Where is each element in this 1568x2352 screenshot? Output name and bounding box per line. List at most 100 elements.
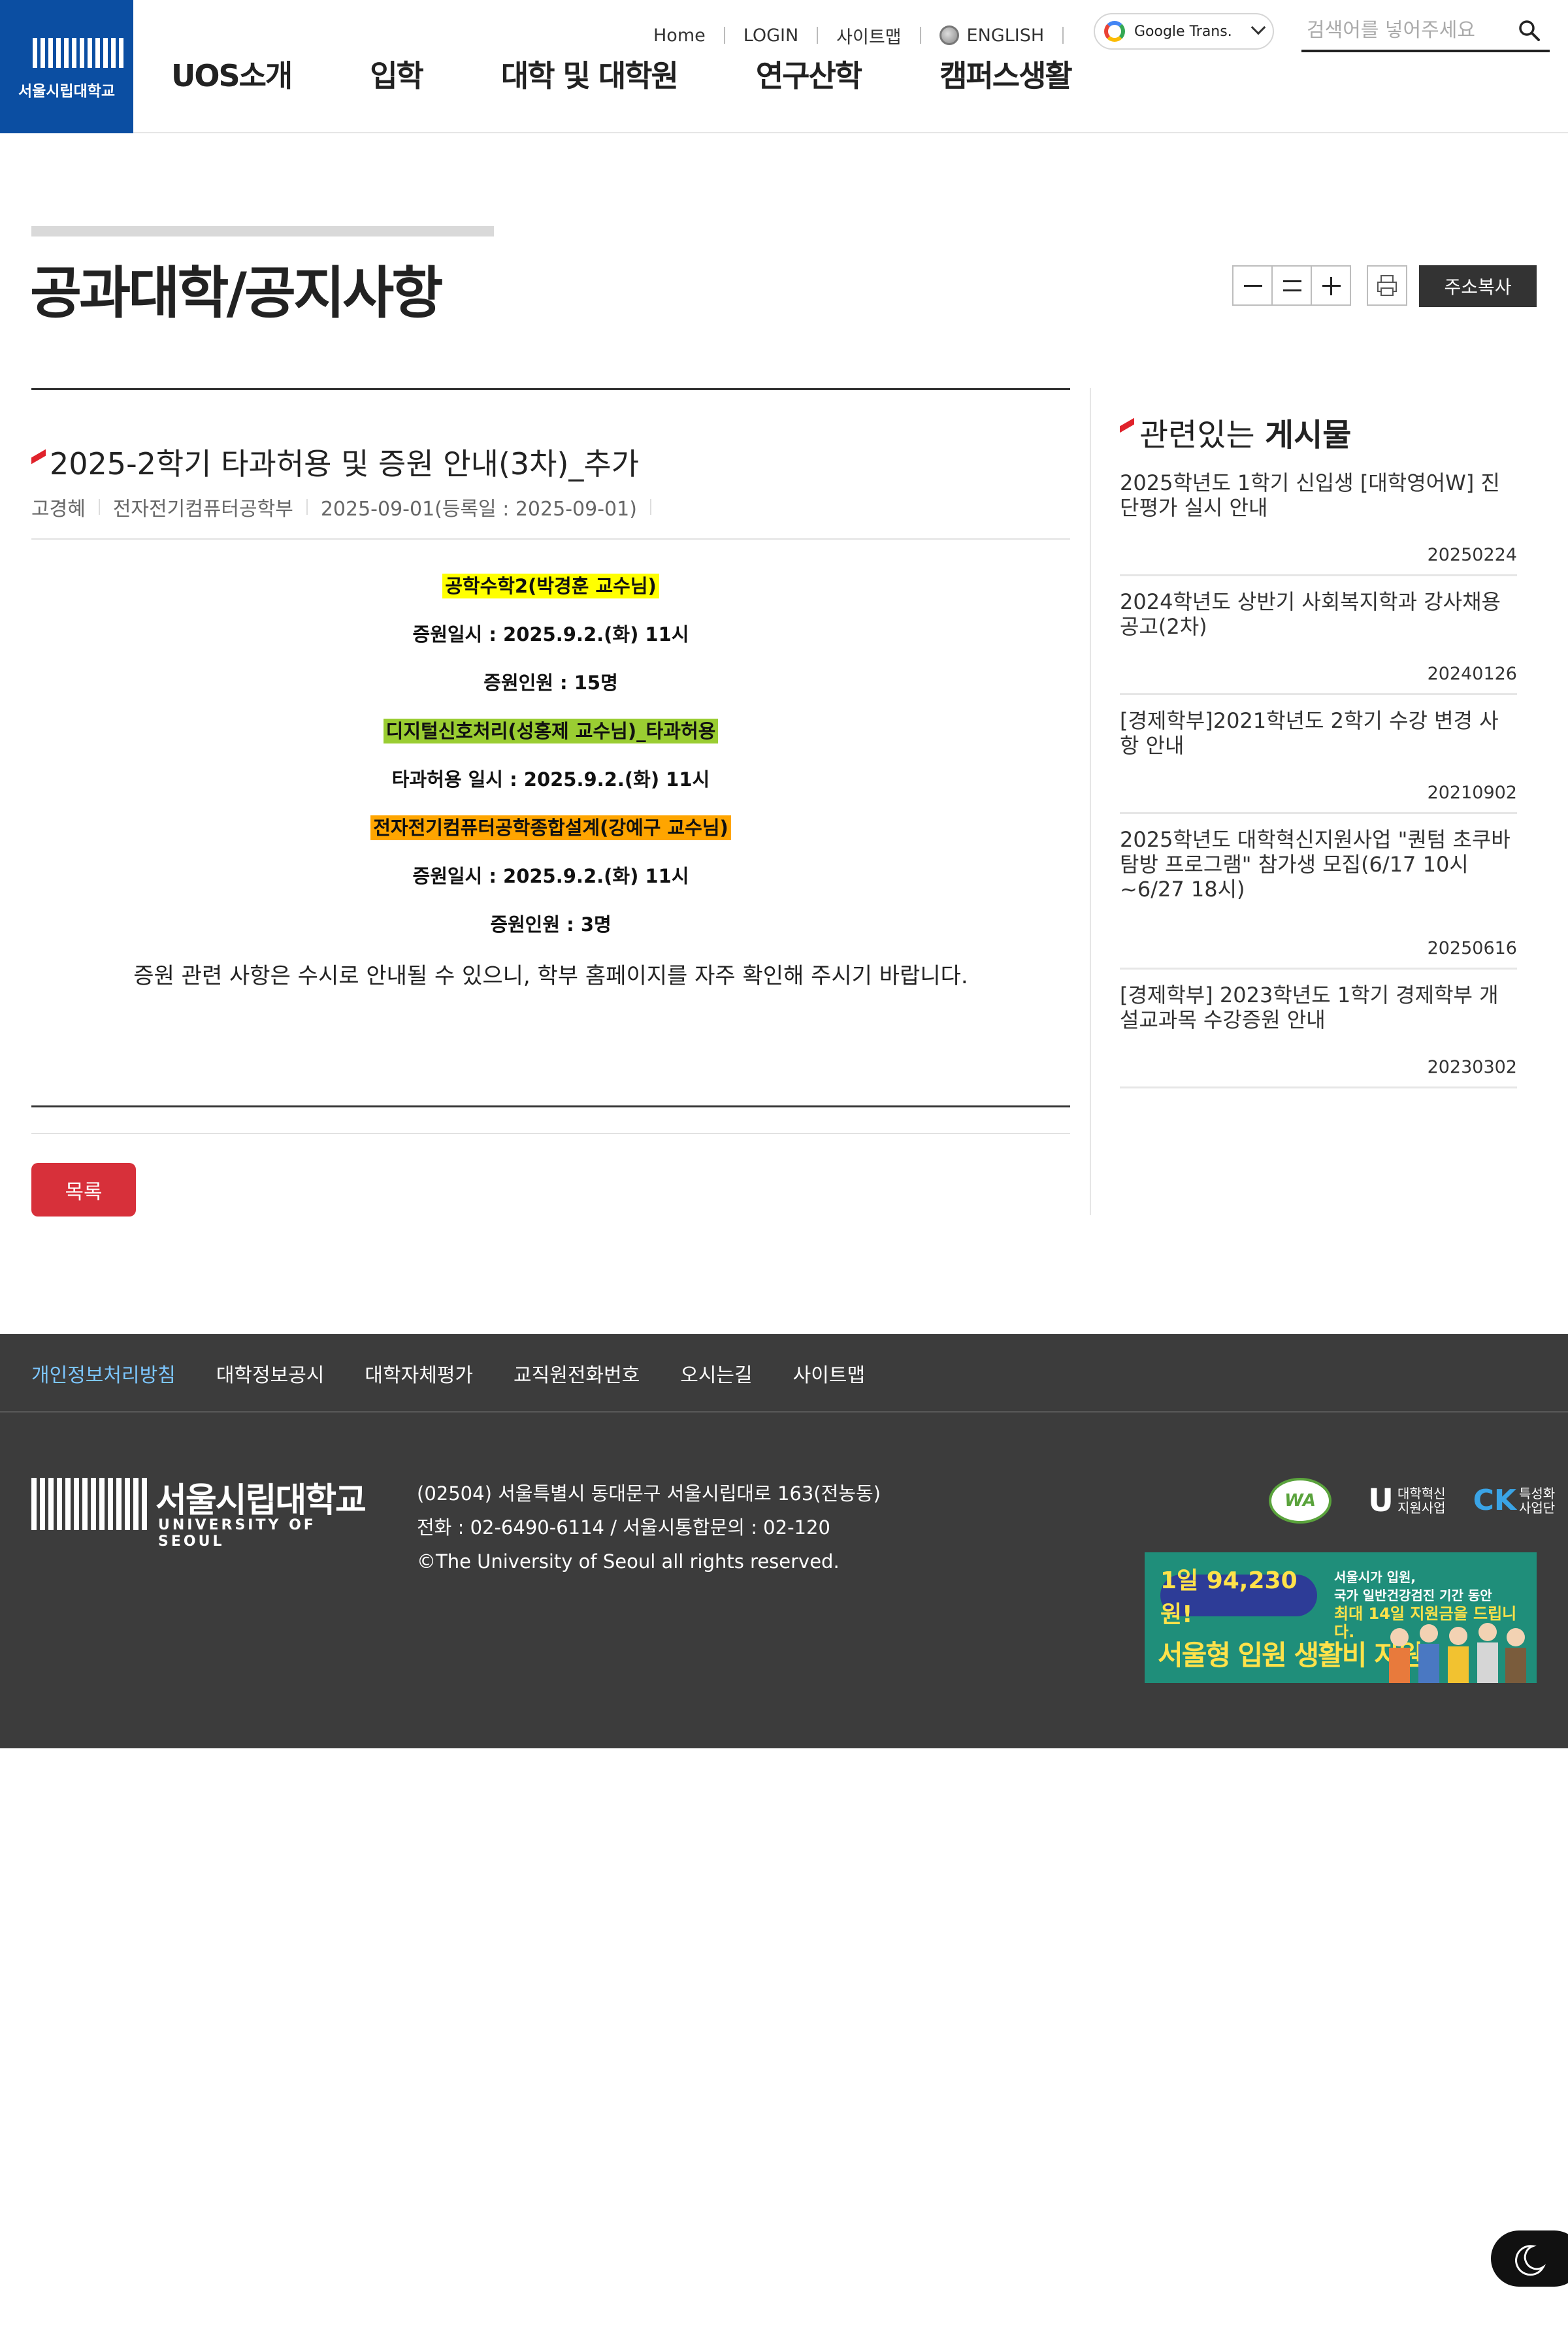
font-size-controls <box>1232 265 1351 306</box>
page-title: 공과대학/공지사항 <box>30 261 443 326</box>
footer-logo: 서울시립대학교 UNIVERSITY OF SEOUL <box>31 1478 371 1550</box>
highlighted-course: 디지털신호처리(성홍제 교수님)_타과허용 <box>383 719 719 743</box>
related-post-date: 20250224 <box>1427 545 1517 565</box>
related-post-item[interactable]: 2025학년도 1학기 신입생 [대학영어W] 진단평가 실시 안내 202502… <box>1120 470 1517 576</box>
divider <box>1062 27 1064 44</box>
content-text: 증원일시 : 2025.9.2.(화) 11시 <box>412 865 689 887</box>
divider <box>817 27 819 44</box>
content-text: 증원인원 : 3명 <box>490 913 612 936</box>
main-navigation: UOS소개 입학 대학 및 대학원 연구산학 캠퍼스생활 <box>171 52 1150 95</box>
post-title-wrap: 2025-2학기 타과허용 및 증원 안내(3차)_추가 <box>31 440 639 483</box>
google-icon <box>1104 21 1125 42</box>
post-date: 2025-09-01(등록일 : 2025-09-01) <box>320 498 637 521</box>
site-footer: 개인정보처리방침 대학정보공시 대학자체평가 교직원전화번호 오시는길 사이트맵… <box>0 1334 1568 1748</box>
print-button[interactable] <box>1367 265 1407 306</box>
footer-copyright: ©The University of Seoul all rights rese… <box>417 1550 840 1573</box>
footer-phone: 전화 : 02-6490-6114 / 서울시통합문의 : 02-120 <box>417 1516 830 1539</box>
footer-link-self-evaluation[interactable]: 대학자체평가 <box>365 1359 473 1388</box>
related-post-date: 20240126 <box>1427 664 1517 684</box>
moon-icon <box>1515 2245 1546 2276</box>
google-translate-select[interactable]: Google Trans. <box>1094 13 1274 50</box>
search-input[interactable] <box>1307 16 1503 44</box>
content-line: 타과허용 일시 : 2025.9.2.(화) 11시 <box>31 764 1070 792</box>
logo-bars-icon <box>33 38 123 68</box>
footer-link-staff-phone[interactable]: 교직원전화번호 <box>514 1359 640 1388</box>
post-meta: 고경혜 전자전기컴퓨터공학부 2025-09-01(등록일 : 2025-09-… <box>31 493 664 521</box>
people-illustration-icon <box>1389 1623 1526 1683</box>
copy-url-button[interactable]: 주소복사 <box>1419 265 1537 307</box>
banner-amount: 1일 94,230원! <box>1160 1567 1317 1628</box>
article: 2025-2학기 타과허용 및 증원 안내(3차)_추가 고경혜 전자전기컴퓨터… <box>31 388 1070 1217</box>
related-post-item[interactable]: [경제학부] 2023학년도 1학기 경제학부 개설교과목 수강증원 안내 202… <box>1120 983 1517 1088</box>
dark-mode-toggle[interactable] <box>1491 2230 1568 2287</box>
highlighted-course: 공학수학2(박경훈 교수님) <box>442 574 659 598</box>
footer-address-block: (02504) 서울특별시 동대문구 서울시립대로 163(전농동) 전화 : … <box>417 1477 881 1578</box>
sidebar-divider <box>1090 388 1091 1215</box>
related-post-title: [경제학부] 2023학년도 1학기 경제학부 개설교과목 수강증원 안내 <box>1120 983 1499 1032</box>
title-accent-bar <box>31 226 494 237</box>
related-post-date: 20250616 <box>1427 938 1517 958</box>
logo-bars-icon <box>31 1478 147 1530</box>
highlighted-course: 전자전기컴퓨터공학종합설계(강예구 교수님) <box>370 815 731 840</box>
content-text: 증원인원 : 15명 <box>483 672 618 694</box>
footer-link-sitemap[interactable]: 사이트맵 <box>793 1359 865 1388</box>
divider <box>919 27 921 44</box>
university-logo[interactable]: 서울시립대학교 <box>0 0 133 133</box>
printer-icon <box>1377 275 1397 296</box>
related-post-item[interactable]: [경제학부]2021학년도 2학기 수강 변경 사항 안내 20210902 <box>1120 708 1517 814</box>
footer-link-privacy[interactable]: 개인정보처리방침 <box>31 1359 176 1388</box>
u-icon: U <box>1368 1482 1394 1519</box>
font-decrease-button[interactable] <box>1232 265 1273 306</box>
footer-link-disclosure[interactable]: 대학정보공시 <box>216 1359 325 1388</box>
related-posts-title: 관련있는 게시물 <box>1120 409 1351 455</box>
google-translate-label: Google Trans. <box>1134 23 1232 40</box>
divider <box>31 1105 1070 1107</box>
content-text: 증원일시 : 2025.9.2.(화) 11시 <box>412 623 689 645</box>
related-post-item[interactable]: 2025학년도 대학혁신지원사업 "퀀텀 초쿠바 탐방 프로그램" 참가생 모집… <box>1120 827 1517 970</box>
content-line: 증원일시 : 2025.9.2.(화) 11시 <box>31 861 1070 889</box>
related-post-title: 2024학년도 상반기 사회복지학과 강사채용 공고(2차) <box>1120 589 1501 639</box>
search-icon[interactable] <box>1517 18 1541 42</box>
gnb-item-about[interactable]: UOS소개 <box>171 52 293 95</box>
post-department: 전자전기컴퓨터공학부 <box>112 498 293 521</box>
wa-badge-icon[interactable]: WA <box>1269 1478 1331 1524</box>
divider <box>31 388 1070 390</box>
gnb-item-research[interactable]: 연구산학 <box>756 52 862 95</box>
content-text: 타과허용 일시 : 2025.9.2.(화) 11시 <box>391 768 710 791</box>
gnb-item-campus-life[interactable]: 캠퍼스생활 <box>939 52 1073 95</box>
divider <box>0 1411 1568 1413</box>
related-post-date: 20230302 <box>1427 1057 1517 1077</box>
divider <box>649 499 651 515</box>
gnb-item-colleges[interactable]: 대학 및 대학원 <box>501 52 679 95</box>
content-line: 공학수학2(박경훈 교수님) <box>31 571 1070 598</box>
divider <box>98 499 100 515</box>
ck-badge[interactable]: CK 특성화 사업단 <box>1473 1484 1556 1517</box>
related-post-item[interactable]: 2024학년도 상반기 사회복지학과 강사채용 공고(2차) 20240126 <box>1120 589 1517 695</box>
login-link[interactable]: LOGIN <box>743 25 798 46</box>
ck-icon: CK <box>1473 1484 1516 1517</box>
footer-link-directions[interactable]: 오시는길 <box>680 1359 752 1388</box>
seoul-hospital-allowance-banner[interactable]: 1일 94,230원! 서울시가 입원, 국가 일반건강검진 기간 동안 최대 … <box>1145 1552 1537 1683</box>
red-slash-icon <box>31 449 46 465</box>
site-header: 서울시립대학교 UOS소개 입학 대학 및 대학원 연구산학 캠퍼스생활 Hom… <box>0 0 1568 133</box>
english-link[interactable]: ENGLISH <box>967 25 1045 46</box>
innovation-support-badge[interactable]: U 대학혁신 지원사업 <box>1368 1482 1446 1519</box>
content-line: 증원인원 : 3명 <box>31 909 1070 937</box>
divider <box>31 1133 1070 1134</box>
list-button[interactable]: 목록 <box>31 1163 136 1217</box>
minus-icon <box>1244 285 1262 287</box>
gnb-item-admission[interactable]: 입학 <box>370 52 424 95</box>
related-post-title: [경제학부]2021학년도 2학기 수강 변경 사항 안내 <box>1120 708 1499 758</box>
logo-text: 서울시립대학교 <box>18 83 116 100</box>
content-line: 증원일시 : 2025.9.2.(화) 11시 <box>31 619 1070 647</box>
home-link[interactable]: Home <box>653 25 706 46</box>
chevron-down-icon <box>1250 20 1266 35</box>
content-line: 디지털신호처리(성홍제 교수님)_타과허용 <box>31 716 1070 743</box>
related-post-title: 2025학년도 대학혁신지원사업 "퀀텀 초쿠바 탐방 프로그램" 참가생 모집… <box>1120 827 1511 902</box>
sitemap-link[interactable]: 사이트맵 <box>836 23 901 48</box>
font-reset-button[interactable] <box>1271 265 1312 306</box>
content-notice: 증원 관련 사항은 수시로 안내될 수 있으니, 학부 홈페이지를 자주 확인해… <box>133 963 968 989</box>
related-post-title: 2025학년도 1학기 신입생 [대학영어W] 진단평가 실시 안내 <box>1120 470 1500 520</box>
font-increase-button[interactable] <box>1311 265 1351 306</box>
content-line: 증원인원 : 15명 <box>31 668 1070 695</box>
